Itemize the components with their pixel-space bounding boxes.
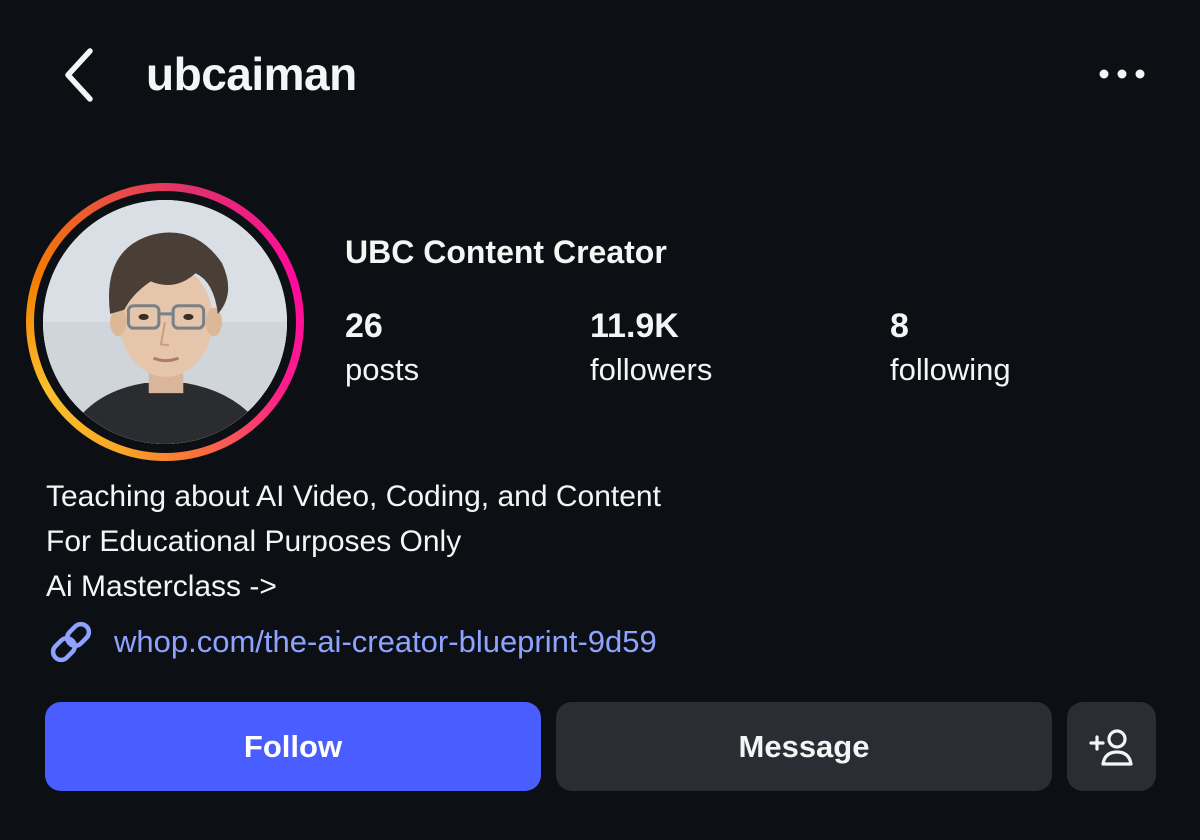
following-stat[interactable]: 8 following: [890, 306, 1011, 390]
chevron-left-icon: [65, 48, 93, 102]
link-url: whop.com/the-ai-creator-blueprint-9d59: [114, 624, 657, 659]
back-button[interactable]: [52, 44, 104, 106]
posts-count: 26: [345, 307, 383, 345]
link-icon: [50, 621, 92, 663]
following-count: 8: [890, 307, 909, 345]
bio-line: Ai Masterclass ->: [46, 570, 277, 603]
bio-line: For Educational Purposes Only: [46, 525, 462, 558]
more-options-button[interactable]: [1088, 52, 1156, 96]
profile-username: ubcaiman: [146, 48, 357, 100]
posts-stat[interactable]: 26 posts: [345, 306, 419, 390]
story-ring[interactable]: [26, 183, 304, 461]
suggested-accounts-button[interactable]: [1067, 702, 1156, 791]
display-name: UBC Content Creator: [345, 234, 667, 270]
more-horizontal-icon: [1099, 69, 1145, 79]
profile-photo: [43, 200, 287, 444]
following-label: following: [890, 352, 1011, 387]
bio-line: Teaching about AI Video, Coding, and Con…: [46, 480, 661, 513]
followers-label: followers: [590, 352, 713, 387]
follow-button[interactable]: Follow: [45, 702, 541, 791]
followers-stat[interactable]: 11.9K followers: [590, 306, 712, 390]
followers-count: 11.9K: [590, 307, 679, 345]
avatar: [43, 200, 287, 444]
message-button[interactable]: Message: [556, 702, 1052, 791]
bio: Teaching about AI Video, Coding, and Con…: [46, 474, 661, 609]
profile-page: ubcaiman UBC Content Creator 26 posts 11…: [0, 0, 1200, 840]
profile-link[interactable]: whop.com/the-ai-creator-blueprint-9d59: [46, 617, 657, 667]
add-person-icon: [1088, 728, 1133, 766]
posts-label: posts: [345, 352, 420, 387]
